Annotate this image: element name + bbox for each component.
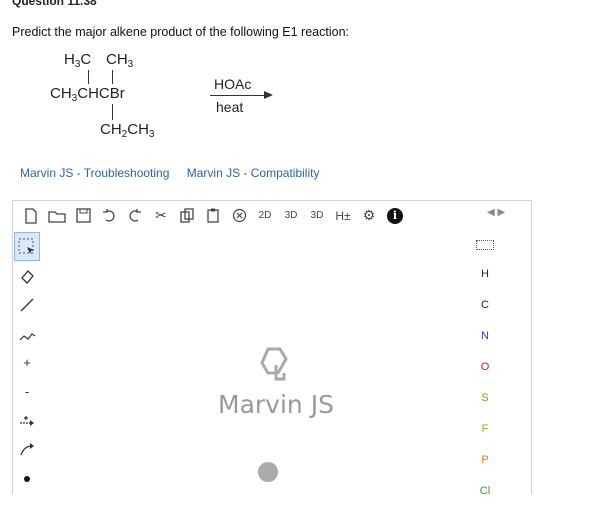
editor-left-toolbar: + - <box>12 232 42 493</box>
marvin-logo-icon <box>260 347 288 381</box>
atom-cl-button[interactable]: Cl <box>472 475 498 506</box>
eraser-icon[interactable] <box>14 261 40 290</box>
question-title: Question 11.38 <box>12 0 97 8</box>
reagent-label: HOAc <box>214 76 252 92</box>
undo-icon[interactable] <box>96 205 122 227</box>
clean-3d-button[interactable]: 3D <box>278 205 304 227</box>
periodic-table-icon[interactable] <box>476 240 494 250</box>
selection-tool-icon[interactable] <box>14 232 40 261</box>
radical-dot-icon[interactable] <box>14 464 40 493</box>
reaction-arrow-head <box>264 91 273 99</box>
atom-h-button[interactable]: H <box>472 258 498 289</box>
bond-left-vertical <box>88 70 89 84</box>
compatibility-link[interactable]: Marvin JS - Compatibility <box>187 166 320 180</box>
negative-charge-button[interactable]: - <box>14 377 40 406</box>
copy-icon[interactable] <box>174 205 200 227</box>
flask-logo-icon <box>258 462 278 482</box>
atom-n-button[interactable]: N <box>472 320 498 351</box>
save-icon[interactable] <box>70 205 96 227</box>
gear-icon[interactable]: ⚙ <box>356 205 382 227</box>
atom-o-button[interactable]: O <box>472 351 498 382</box>
paste-icon[interactable] <box>200 205 226 227</box>
condition-label: heat <box>216 99 244 115</box>
ethyl-label: CH2CH3 <box>100 121 155 141</box>
cut-icon[interactable]: ✂ <box>148 205 174 227</box>
atom-f-button[interactable]: F <box>472 413 498 444</box>
redo-icon[interactable] <box>122 205 148 227</box>
open-folder-icon[interactable] <box>44 205 70 227</box>
positive-charge-button[interactable]: + <box>14 348 40 377</box>
methyl-right-label: CH3 <box>106 51 134 71</box>
hydrogens-toggle[interactable]: H± <box>330 205 356 227</box>
help-links: Marvin JS - Troubleshooting Marvin JS - … <box>20 166 333 180</box>
bond-right-vertical <box>112 70 113 84</box>
info-icon[interactable]: i <box>387 207 403 224</box>
bond-bottom-vertical <box>112 104 113 120</box>
single-bond-icon[interactable] <box>14 290 40 319</box>
atom-p-button[interactable]: P <box>472 444 498 475</box>
editor-top-toolbar: ✂ 2D 3D 3D H± ⚙ i <box>12 200 532 231</box>
marvin-watermark: Marvin JS <box>196 345 356 419</box>
question-prompt: Predict the major alkene product of the … <box>12 25 349 39</box>
toolbar-scroll-arrows[interactable]: ◀ ▶ <box>487 207 505 218</box>
troubleshooting-link[interactable]: Marvin JS - Troubleshooting <box>20 166 169 180</box>
editor-atom-palette: H C N O S F P Cl <box>470 232 500 506</box>
view-3d-button[interactable]: 3D <box>304 205 330 227</box>
zoom-clear-icon[interactable] <box>226 205 252 227</box>
reaction-arrow-tool-icon[interactable] <box>14 406 40 435</box>
main-chain-label: CH3CHCBr <box>50 85 125 105</box>
reactant-structure: H3C CH3 CH3CHCBr CH2CH3 <box>50 50 190 150</box>
atom-s-button[interactable]: S <box>472 382 498 413</box>
atom-c-button[interactable]: C <box>472 289 498 320</box>
curved-arrow-tool-icon[interactable] <box>14 435 40 464</box>
reaction-arrow <box>210 95 268 96</box>
info-icon-wrapper[interactable]: i <box>382 205 408 227</box>
clean-2d-button[interactable]: 2D <box>252 205 278 227</box>
new-document-icon[interactable] <box>18 205 44 227</box>
marvin-brand-text: Marvin JS <box>218 390 334 419</box>
chain-tool-icon[interactable] <box>14 319 40 348</box>
